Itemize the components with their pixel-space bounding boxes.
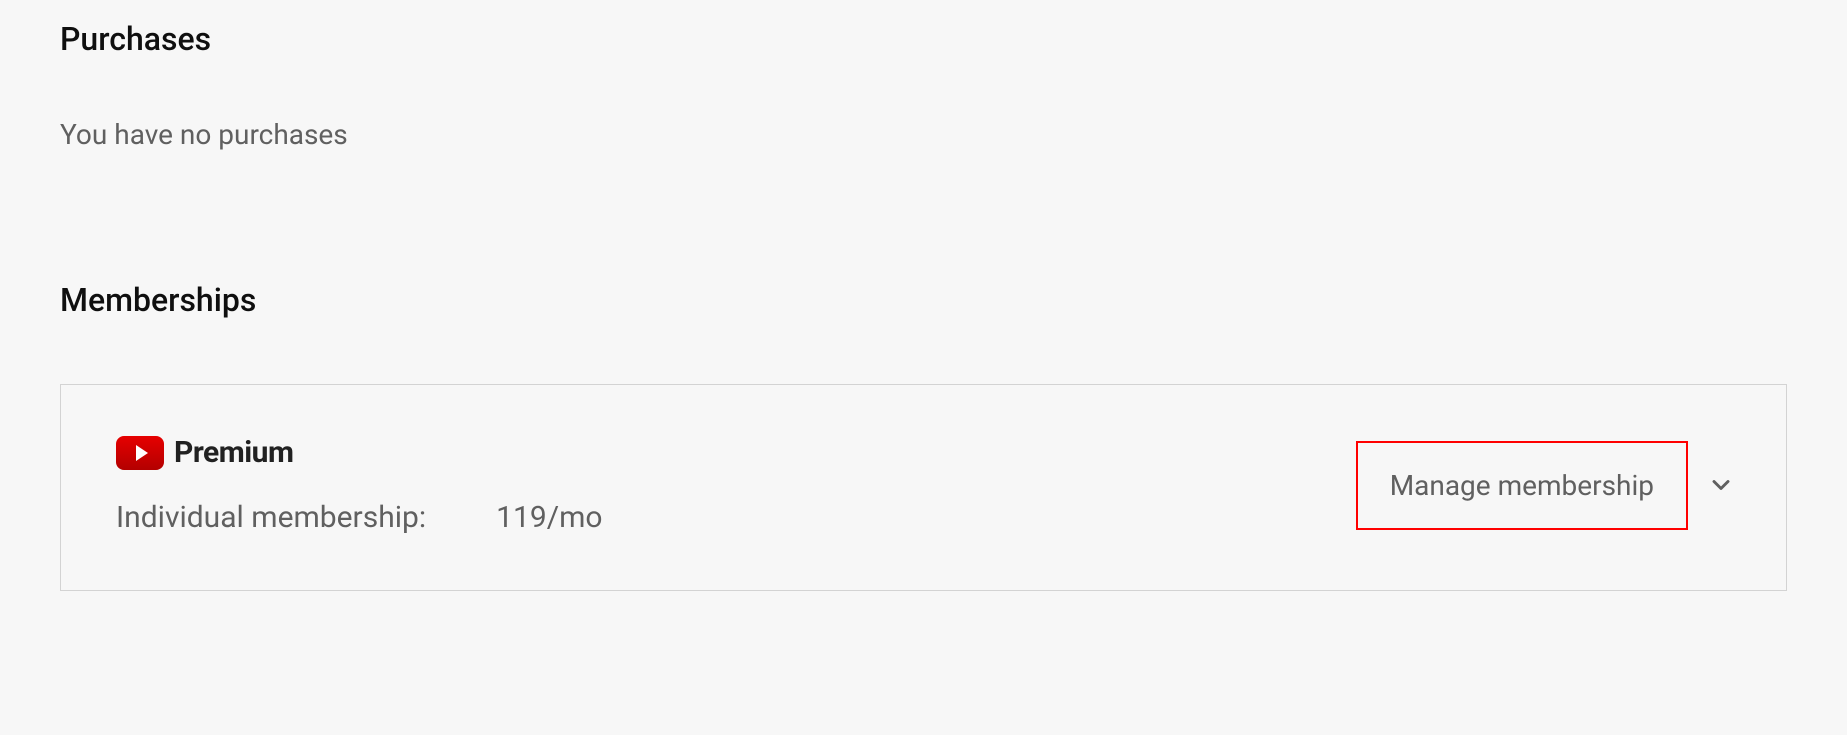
premium-brand-text: Premium [174, 435, 293, 470]
memberships-title: Memberships [60, 281, 1787, 319]
manage-membership-button[interactable]: Manage membership [1356, 441, 1688, 530]
memberships-section: Memberships Premium Individual membershi… [60, 281, 1787, 591]
membership-actions: Manage membership [1356, 441, 1736, 530]
plan-price: 119/mo [496, 500, 602, 535]
premium-logo-row: Premium [116, 435, 603, 470]
plan-row: Individual membership: 119/mo [116, 500, 603, 535]
purchases-empty-text: You have no purchases [60, 118, 1787, 151]
membership-card: Premium Individual membership: 119/mo Ma… [60, 384, 1787, 591]
youtube-play-icon [116, 436, 164, 470]
chevron-down-icon[interactable] [1706, 470, 1736, 500]
plan-label: Individual membership: [116, 500, 426, 535]
purchases-title: Purchases [60, 20, 1787, 58]
purchases-section: Purchases You have no purchases [60, 20, 1787, 151]
membership-info: Premium Individual membership: 119/mo [116, 435, 603, 535]
